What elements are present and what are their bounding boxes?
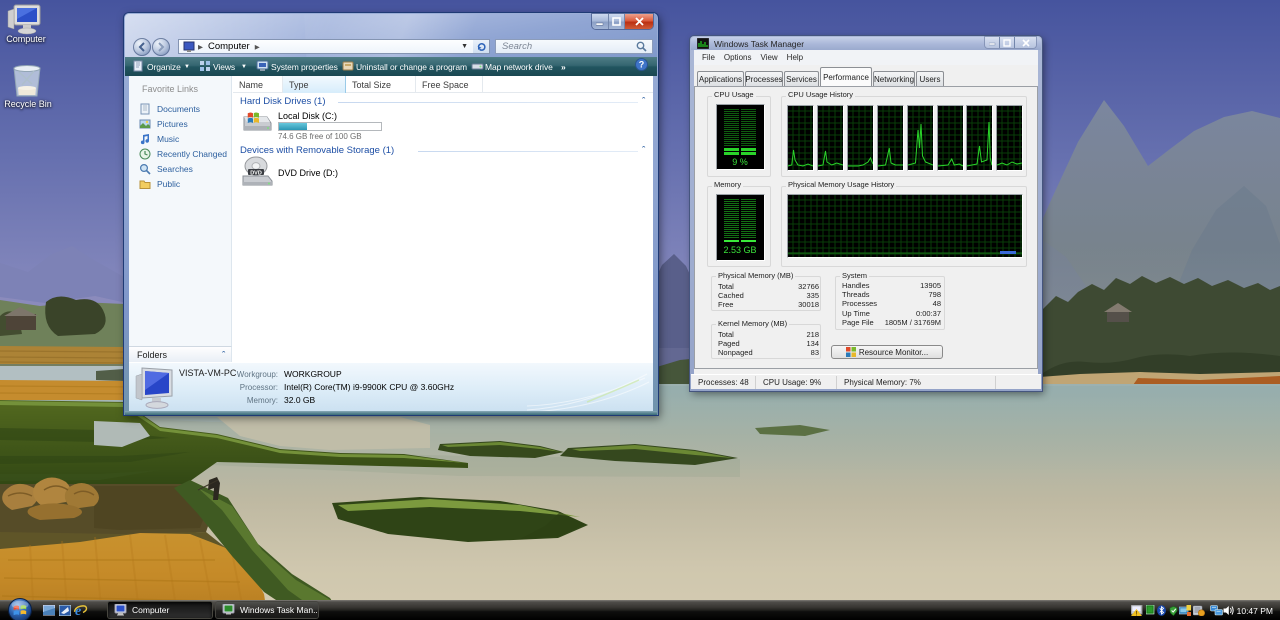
svg-text:2.53 GB: 2.53 GB [723,245,756,255]
svg-text:9 %: 9 % [732,157,748,167]
svg-text:!: ! [1136,612,1138,617]
svg-text:?: ? [639,60,644,70]
